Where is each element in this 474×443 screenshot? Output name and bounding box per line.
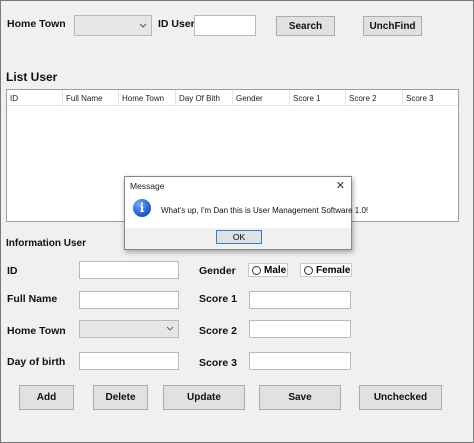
save-button[interactable]: Save <box>259 385 341 410</box>
gender-label: Gender <box>199 265 236 277</box>
dialog-body: i What's up, I'm Dan this is User Manage… <box>125 194 368 228</box>
column-header-id[interactable]: ID <box>7 90 63 105</box>
column-header-home-town[interactable]: Home Town <box>119 90 176 105</box>
column-header-score2[interactable]: Score 2 <box>346 90 403 105</box>
id-input[interactable] <box>79 261 179 279</box>
unchfind-button[interactable]: UnchFind <box>363 16 422 36</box>
score2-input[interactable] <box>249 320 351 338</box>
unchecked-button[interactable]: Unchecked <box>359 385 442 410</box>
home-town-combo[interactable] <box>79 320 179 338</box>
info-icon: i <box>133 199 151 217</box>
chevron-down-icon <box>139 23 147 28</box>
user-table-header: ID Full Name Home Town Day Of Bith Gende… <box>7 90 458 106</box>
search-id-user-input[interactable] <box>194 15 256 36</box>
male-radio-label: Male <box>264 264 287 276</box>
search-home-town-combo[interactable] <box>74 15 152 36</box>
column-header-gender[interactable]: Gender <box>233 90 290 105</box>
column-header-day-of-birth[interactable]: Day Of Bith <box>176 90 233 105</box>
home-town-label: Home Town <box>7 325 66 337</box>
close-icon[interactable]: ✕ <box>336 179 345 192</box>
score3-input[interactable] <box>249 352 351 370</box>
dialog-titlebar[interactable]: Message ✕ <box>125 177 351 194</box>
list-user-title: List User <box>6 70 58 84</box>
female-radio-label: Female <box>316 264 351 276</box>
column-header-full-name[interactable]: Full Name <box>63 90 119 105</box>
radio-circle-icon <box>252 265 261 275</box>
update-button[interactable]: Update <box>163 385 245 410</box>
dialog-title: Message <box>130 181 165 191</box>
female-radio[interactable]: Female <box>300 263 352 277</box>
search-id-user-label: ID User <box>158 18 195 30</box>
id-label: ID <box>7 265 18 277</box>
radio-circle-icon <box>304 265 313 275</box>
search-home-town-label: Home Town <box>7 18 66 30</box>
add-button[interactable]: Add <box>19 385 74 410</box>
ok-button[interactable]: OK <box>216 230 262 244</box>
day-of-birth-input[interactable] <box>79 352 179 370</box>
column-header-score1[interactable]: Score 1 <box>290 90 346 105</box>
score1-input[interactable] <box>249 291 351 309</box>
column-header-score3[interactable]: Score 3 <box>403 90 458 105</box>
search-button[interactable]: Search <box>276 16 335 36</box>
main-window: Home Town ID User Search UnchFind List U… <box>0 0 474 443</box>
delete-button[interactable]: Delete <box>93 385 148 410</box>
full-name-label: Full Name <box>7 293 58 305</box>
chevron-down-icon <box>166 326 174 331</box>
message-dialog: Message ✕ i What's up, I'm Dan this is U… <box>124 176 368 250</box>
score1-label: Score 1 <box>199 293 237 305</box>
dialog-message: What's up, I'm Dan this is User Manageme… <box>161 206 369 215</box>
score2-label: Score 2 <box>199 325 237 337</box>
score3-label: Score 3 <box>199 357 237 369</box>
information-user-title: Information User <box>6 238 87 249</box>
full-name-input[interactable] <box>79 291 179 309</box>
day-of-birth-label: Day of birth <box>7 356 66 368</box>
male-radio[interactable]: Male <box>248 263 288 277</box>
